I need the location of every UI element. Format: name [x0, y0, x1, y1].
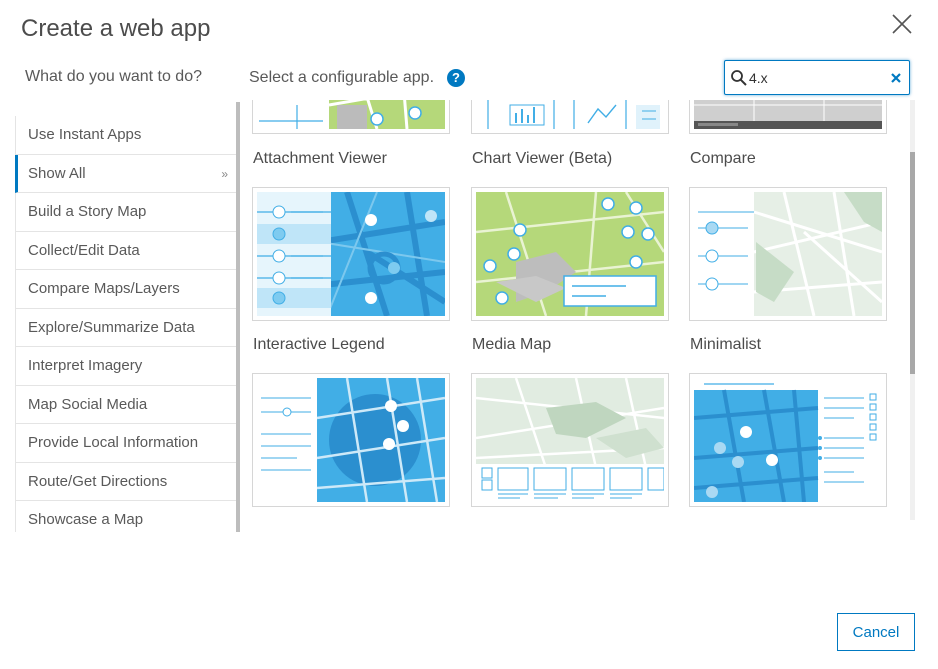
nav-item-map-social-media[interactable]: Map Social Media [15, 385, 236, 424]
app-thumbnail [471, 100, 669, 134]
app-thumbnail [252, 100, 450, 134]
app-card-title: Attachment Viewer [253, 150, 387, 167]
nav-item-label: Interpret Imagery [28, 357, 143, 374]
chevron-right-icon: » [221, 166, 228, 181]
close-button[interactable] [890, 12, 914, 36]
nav-item-use-instant-apps[interactable]: Use Instant Apps [15, 116, 236, 155]
nav-item-label: Use Instant Apps [28, 126, 142, 143]
search-icon [731, 70, 747, 86]
category-nav: Use Instant Apps Show All » Build a Story… [15, 116, 236, 532]
app-thumbnail [689, 373, 887, 507]
nav-item-label: Collect/Edit Data [28, 241, 140, 259]
nav-item-collect-edit-data[interactable]: Collect/Edit Data [15, 231, 236, 270]
nav-item-label: Map Social Media [28, 395, 148, 413]
dialog-title: Create a web app [21, 15, 211, 42]
gallery-scroll-thumb[interactable] [910, 152, 915, 374]
app-thumbnail [252, 187, 450, 321]
nav-item-label: Provide Local Information [28, 434, 199, 451]
nav-item-provide-local-information[interactable]: Provide Local Information [15, 424, 236, 463]
app-card-title: Media Map [472, 336, 552, 353]
close-icon [892, 14, 912, 34]
nav-item-label: Showcase a Map [28, 511, 144, 528]
app-gallery: Attachment Viewer Chart Viewer (Beta) Co… [242, 100, 910, 520]
select-app-label: Select a configurable app. [249, 69, 435, 86]
search-input[interactable] [749, 68, 879, 88]
app-card-title: Compare [690, 150, 756, 167]
app-card-title: Minimalist [690, 336, 762, 353]
nav-item-compare-maps-layers[interactable]: Compare Maps/Layers [15, 270, 236, 309]
app-thumbnail [252, 373, 450, 507]
app-thumbnail [689, 100, 887, 134]
app-card-title: Chart Viewer (Beta) [472, 150, 613, 167]
app-thumbnail [471, 187, 669, 321]
nav-scrollbar[interactable] [236, 102, 240, 532]
nav-item-build-story-map[interactable]: Build a Story Map [15, 193, 236, 232]
app-thumbnail [689, 187, 887, 321]
search-box[interactable] [724, 60, 910, 95]
cancel-button[interactable]: Cancel [837, 613, 915, 651]
nav-item-label: Route/Get Directions [28, 472, 168, 490]
nav-item-explore-summarize-data[interactable]: Explore/Summarize Data [15, 308, 236, 347]
nav-item-label: Compare Maps/Layers [28, 280, 180, 297]
nav-item-show-all[interactable]: Show All » [15, 154, 236, 193]
nav-item-interpret-imagery[interactable]: Interpret Imagery [15, 347, 236, 386]
app-card-title: Interactive Legend [253, 336, 385, 353]
clear-icon[interactable] [888, 70, 904, 86]
question-label: What do you want to do? [25, 68, 202, 85]
app-thumbnail [471, 373, 669, 507]
nav-item-route-get-directions[interactable]: Route/Get Directions [15, 462, 236, 501]
nav-item-label: Show All [28, 164, 86, 182]
nav-item-label: Build a Story Map [28, 203, 147, 220]
nav-item-label: Explore/Summarize Data [28, 318, 195, 336]
nav-item-showcase-a-map[interactable]: Showcase a Map [15, 501, 236, 532]
help-icon[interactable]: ? [447, 69, 465, 87]
